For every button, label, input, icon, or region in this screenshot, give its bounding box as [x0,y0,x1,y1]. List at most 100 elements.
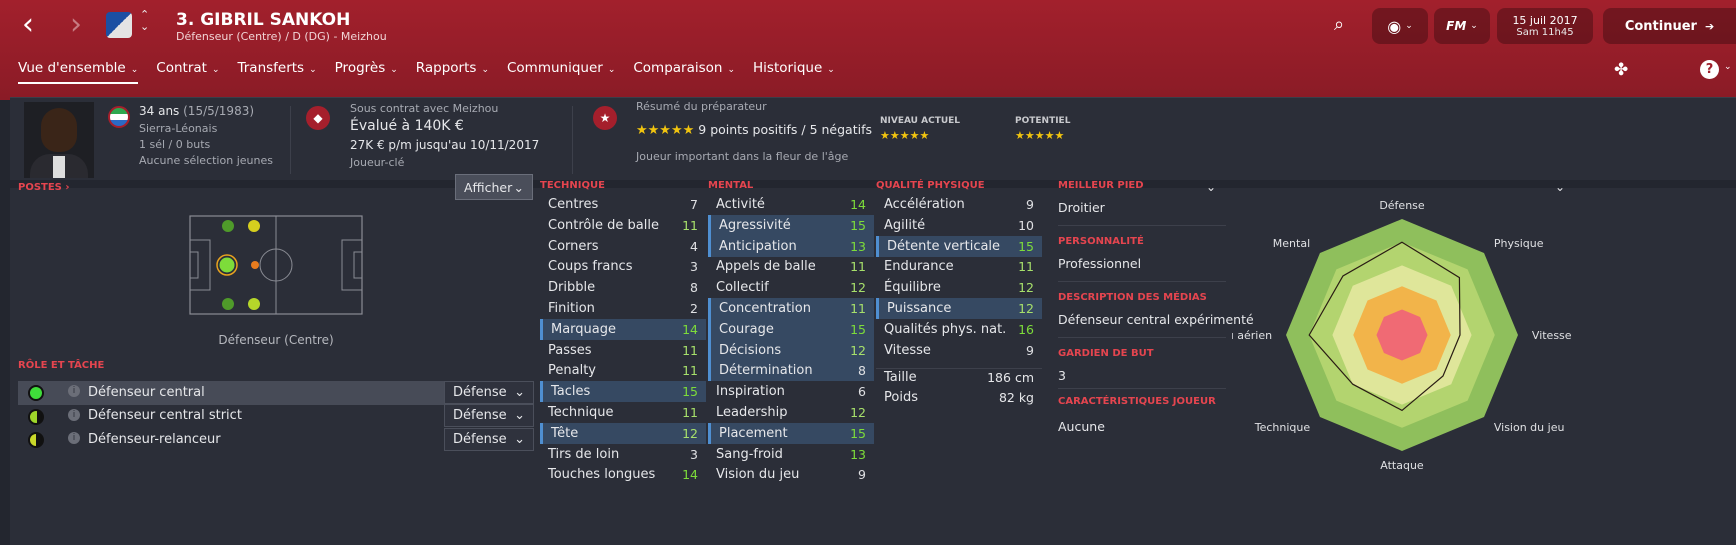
attribute-row[interactable]: Puissance 12 [876,298,1042,319]
attribute-row[interactable]: Concentration 11 [708,298,874,319]
chevron-down-icon[interactable]: ⌄ [1206,180,1216,194]
search-icon[interactable]: ⌕ [1334,14,1344,35]
attribute-row[interactable]: Détente verticale 15 [876,235,1042,257]
duty-dropdown[interactable]: Défense ⌄ [444,404,534,427]
position-dot[interactable] [248,220,260,232]
attribute-name: Agressivité [719,217,791,233]
attribute-row[interactable]: Marquage 14 [540,318,706,340]
duty-dropdown[interactable]: Défense ⌄ [444,381,534,404]
attribute-row[interactable]: Placement 15 [708,422,874,444]
radar-axis-label: Attaque [1380,459,1424,472]
role-suitability-icon [28,409,44,425]
attribute-row[interactable]: Finition 2 [540,298,706,319]
attribute-row[interactable]: Équilibre 12 [876,277,1042,298]
attribute-row[interactable]: Endurance 11 [876,256,1042,277]
role-name[interactable]: Défenseur central [88,381,205,404]
tab-history[interactable]: Historique ⌄ [753,60,835,84]
crest-switch-icon[interactable]: ⌃ ⌄ [140,9,149,33]
position-dot[interactable] [219,257,235,273]
tab-transfers[interactable]: Transferts ⌄ [237,60,316,84]
attribute-row[interactable]: Inspiration 6 [708,381,874,402]
position-dot[interactable] [222,220,234,232]
info-icon[interactable]: i [68,409,80,421]
attribute-row[interactable]: Décisions 12 [708,339,874,361]
attribute-row[interactable]: Tirs de loin 3 [540,444,706,465]
info-icon[interactable]: i [68,385,80,397]
attribute-name: Concentration [719,301,811,316]
chevron-down-icon[interactable]: ⌄ [1724,62,1732,72]
attribute-name: Dribble [548,280,596,296]
selected-role-row[interactable] [18,381,444,405]
tab-communicate[interactable]: Communiquer ⌄ [507,60,615,84]
attribute-row[interactable]: Agressivité 15 [708,214,874,236]
attribute-value: 11 [682,217,698,233]
club-crest-icon[interactable] [106,12,132,38]
coach-points[interactable]: ★★★★★ 9 points positifs / 5 négatifs [636,122,872,138]
tab-reports[interactable]: Rapports ⌄ [416,60,489,84]
attribute-row[interactable]: Tête 12 [540,422,706,444]
attribute-row[interactable]: Coups francs 3 [540,256,706,277]
player-photo [24,102,94,178]
attribute-name: Vitesse [884,342,931,358]
youth-caps-text: Aucune sélection jeunes [139,154,273,167]
attribute-row[interactable]: Collectif 12 [708,277,874,298]
date-display[interactable]: 15 juil 2017 Sam 11h45 [1497,8,1593,44]
role-name[interactable]: Défenseur central strict [88,404,242,427]
tab-progress[interactable]: Progrès ⌄ [335,60,398,84]
divider [290,106,291,174]
contract-with-text: Sous contrat avec Meizhou [350,102,499,115]
tab-comparison[interactable]: Comparaison ⌄ [633,60,735,84]
potential-ability-stars: ★★★★★ [1015,129,1065,142]
attribute-row[interactable]: Anticipation 13 [708,235,874,257]
attribute-row[interactable]: Vision du jeu 9 [708,464,874,485]
attribute-row[interactable]: Agilité 10 [876,215,1042,236]
attribute-name: Courage [719,321,774,337]
attribute-row[interactable]: Sang-froid 13 [708,444,874,465]
continue-button[interactable]: Continuer ➔ [1603,8,1736,44]
coach-note: Joueur important dans la fleur de l'âge [636,150,849,163]
duty-dropdown[interactable]: Défense ⌄ [444,428,534,451]
traits-value: Aucune [1058,419,1105,434]
attribute-name: Activité [716,197,765,212]
attribute-row[interactable]: Corners 4 [540,236,706,257]
position-dot[interactable] [248,298,260,310]
attribute-row[interactable]: Tacles 15 [540,381,706,403]
attribute-radar-chart: Défense Physique Vitesse Vision du jeu Attaq… [1232,199,1572,472]
forward-icon[interactable]: › [70,10,82,40]
attribute-row[interactable]: Contrôle de balle 11 [540,215,706,236]
share-icon[interactable]: ✤ [1614,60,1628,80]
attribute-row[interactable]: Courage 15 [708,318,874,340]
positions-title[interactable]: POSTES › [18,182,70,193]
role-name[interactable]: Défenseur-relanceur [88,428,221,451]
attribute-row[interactable]: Penalty 11 [540,360,706,381]
tab-contract[interactable]: Contrat ⌄ [156,60,219,84]
position-dot[interactable] [251,261,259,269]
attribute-row[interactable]: Touches longues 14 [540,464,706,485]
attribute-row[interactable]: Passes 11 [540,340,706,361]
top-bar: ‹ › ⌃ ⌄ 3. GIBRIL SANKOH Défenseur (Centr… [0,0,1736,100]
date-text: 15 juil 2017 [1512,14,1578,27]
tab-overview[interactable]: Vue d'ensemble ⌄ [18,60,139,84]
attribute-row[interactable]: Technique 11 [540,402,706,423]
attribute-row[interactable]: Qualités phys. nat. 16 [876,319,1042,340]
help-icon[interactable]: ? [1700,60,1719,79]
radar-ring [1376,309,1428,361]
back-icon[interactable]: ‹ [22,10,34,40]
fm-menu-button[interactable]: FM ⌄ [1434,8,1490,44]
show-dropdown[interactable]: Afficher ⌄ [455,174,533,200]
attribute-row[interactable]: Activité 14 [708,194,874,215]
attribute-value: 11 [682,363,698,379]
attribute-row[interactable]: Centres 7 [540,194,706,215]
role-suitability-icon [28,385,44,401]
info-icon[interactable]: i [68,432,80,444]
attribute-row[interactable]: Détermination 8 [708,360,874,382]
attribute-row[interactable]: Leadership 12 [708,402,874,423]
attribute-row[interactable]: Vitesse 9 [876,340,1042,361]
attribute-name: Placement [719,425,788,441]
world-menu-button[interactable]: ◉ ⌄ [1372,8,1428,44]
wage-text: 27K € p/m jusqu'au 10/11/2017 [350,138,540,152]
attribute-row[interactable]: Dribble 8 [540,277,706,298]
position-dot[interactable] [222,298,234,310]
attribute-row[interactable]: Appels de balle 11 [708,256,874,277]
attribute-row[interactable]: Accélération 9 [876,194,1042,215]
